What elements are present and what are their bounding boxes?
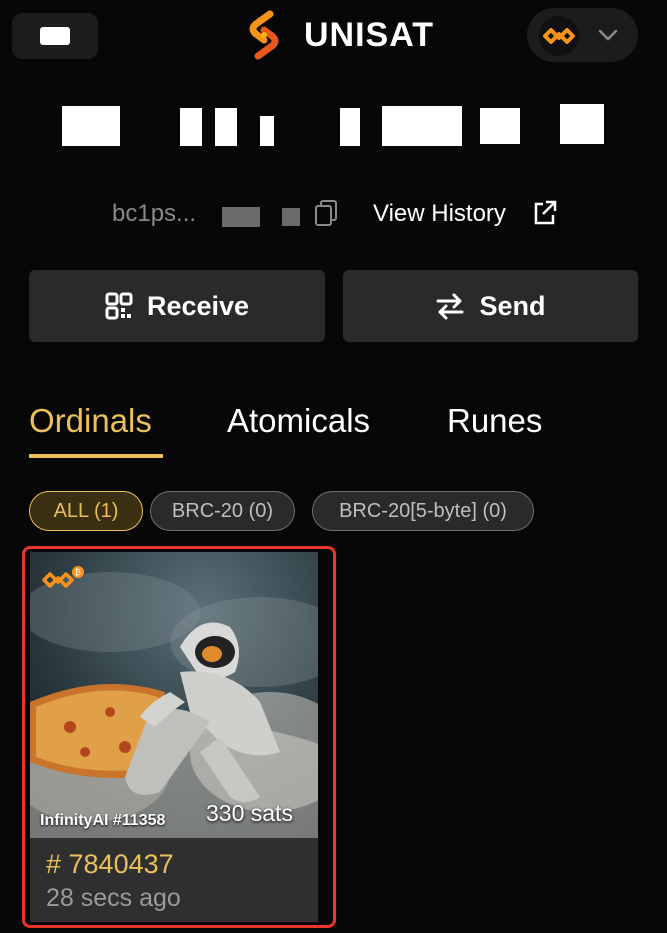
infinity-bitcoin-icon: ₿ [42,566,84,588]
inscription-image: ₿ InfinityAI #11358 330 sats [30,552,318,838]
address-redacted [222,207,260,227]
receive-label: Receive [146,290,250,321]
chevron-down-icon [598,29,618,41]
copy-icon[interactable] [313,199,339,227]
avatar [539,16,579,56]
swap-arrows-icon [436,293,464,320]
filter-brc20[interactable]: BRC-20 (0) [150,491,295,531]
address-redacted [282,208,300,226]
infinity-icon [543,28,575,44]
filter-brc20-5byte[interactable]: BRC-20[5-byte] (0) [312,491,534,531]
menu-button[interactable] [12,13,98,59]
inscription-card[interactable]: ₿ InfinityAI #11358 330 sats # 7840437 2… [30,552,318,922]
menu-icon [40,27,70,45]
wallet-address: bc1ps... [112,200,197,227]
qr-code-icon [105,292,133,320]
external-link-icon[interactable] [532,199,558,227]
inscription-number: # 7840437 [46,849,174,879]
send-button[interactable]: Send [343,270,638,342]
tab-ordinals[interactable]: Ordinals [29,400,152,442]
tab-atomicals[interactable]: Atomicals [227,400,370,442]
inscription-price: 330 sats [206,800,293,826]
account-switcher[interactable] [527,8,638,62]
balance-amount [60,96,610,156]
app-title: UNISAT [304,16,435,54]
unisat-logo-icon [249,10,279,60]
send-label: Send [479,290,546,321]
tab-runes[interactable]: Runes [447,400,542,442]
view-history-link[interactable]: View History [373,199,506,229]
svg-text:₿: ₿ [75,568,81,577]
active-tab-indicator [29,454,163,458]
inscription-name: InfinityAI #11358 [40,812,166,829]
receive-button[interactable]: Receive [29,270,325,342]
inscription-time: 28 secs ago [46,884,181,912]
filter-all[interactable]: ALL (1) [29,491,143,531]
